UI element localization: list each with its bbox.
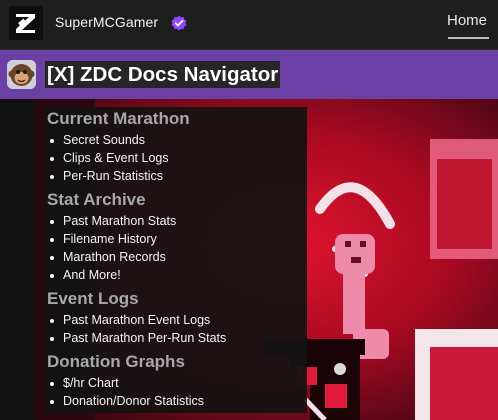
section-heading-stat-archive: Stat Archive [47,190,146,209]
nav-item-filename-history[interactable]: Filename History [50,232,157,246]
section-heading-donation-graphs: Donation Graphs [47,352,185,371]
home-active-underline [448,37,489,39]
nav-item-per-run-statistics[interactable]: Per-Run Statistics [50,169,163,183]
page-title: [X] ZDC Docs Navigator [47,63,279,86]
verified-badge-icon [171,15,187,31]
nav-item-marathon-records[interactable]: Marathon Records [50,250,166,264]
nav-item-clips-event-logs[interactable]: Clips & Event Logs [50,151,169,165]
nav-item-donation-donor-statistics[interactable]: Donation/Donor Statistics [50,394,204,408]
section-heading-event-logs: Event Logs [47,289,139,308]
nav-item-past-marathon-stats[interactable]: Past Marathon Stats [50,214,176,228]
monkey-avatar-icon [7,60,36,89]
nav-item-past-marathon-event-logs[interactable]: Past Marathon Event Logs [50,313,210,327]
nav-item-dollars-per-hour-chart[interactable]: $/hr Chart [50,376,119,390]
nav-item-past-marathon-per-run-stats[interactable]: Past Marathon Per-Run Stats [50,331,226,345]
section-heading-current-marathon: Current Marathon [47,109,190,128]
page-title-highlight: [X] ZDC Docs Navigator [45,61,281,88]
top-nav-bar: SuperMCGamer Home [0,0,498,50]
z-logo-icon[interactable] [9,6,43,40]
nav-home-link[interactable]: Home [447,12,487,29]
username[interactable]: SuperMCGamer [55,14,158,30]
nav-item-and-more[interactable]: And More! [50,268,121,282]
nav-item-secret-sounds[interactable]: Secret Sounds [50,133,145,147]
